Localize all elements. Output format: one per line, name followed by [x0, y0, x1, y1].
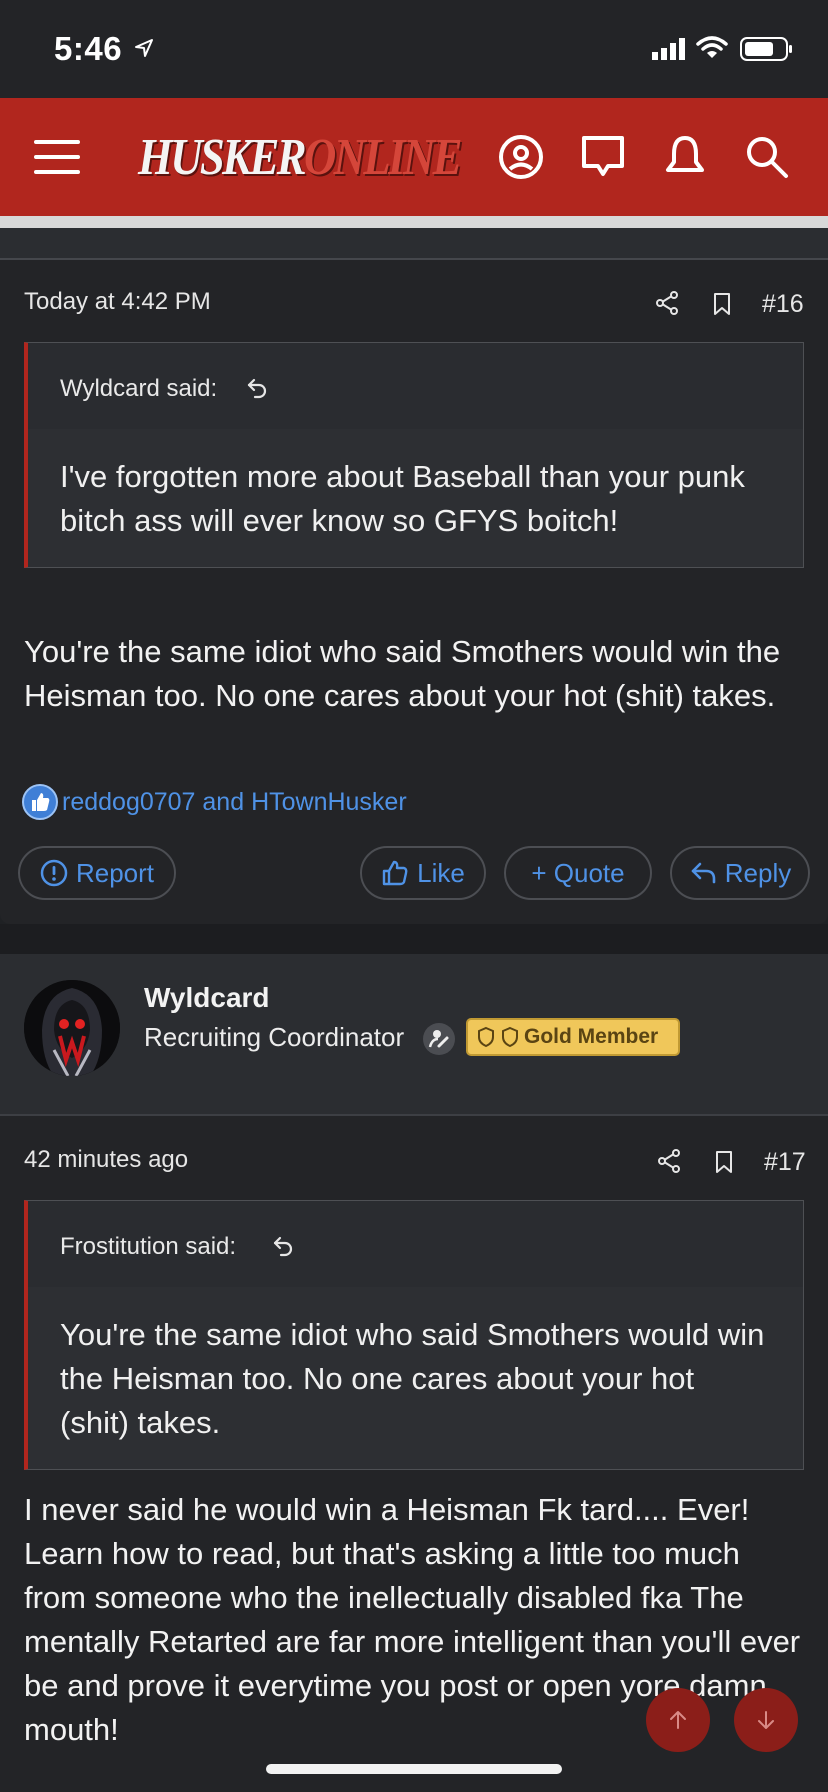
username[interactable]: Wyldcard	[144, 982, 270, 1014]
post-date[interactable]: 42 minutes ago	[24, 1146, 188, 1174]
reply-icon	[691, 862, 716, 884]
quote-block: Frostitution said: You're the same idiot…	[24, 1200, 804, 1470]
quote-block: Wyldcard said: I've forgotten more about…	[24, 342, 804, 568]
reply-label: Reply	[724, 857, 792, 888]
header-underline	[0, 216, 828, 228]
badge-label: Gold Member	[524, 1025, 659, 1048]
home-indicator	[266, 1764, 562, 1774]
gold-member-badge[interactable]: Gold Member	[466, 1018, 680, 1056]
shield-icon	[502, 1026, 518, 1048]
quote-author[interactable]: Frostitution said:	[60, 1233, 236, 1261]
reply-arrow-icon[interactable]	[246, 377, 268, 399]
shield-icon	[478, 1026, 494, 1048]
user-card	[0, 954, 828, 1116]
previous-post-edge	[0, 228, 828, 260]
quote-label: + Quote	[531, 857, 625, 888]
reaction-users[interactable]: reddog0707 and HTownHusker	[62, 788, 407, 817]
bookmark-icon[interactable]	[712, 292, 732, 316]
like-reaction-icon[interactable]	[22, 784, 58, 820]
account-icon[interactable]	[498, 134, 544, 180]
share-icon[interactable]	[656, 1148, 682, 1174]
report-button[interactable]: Report	[18, 846, 176, 900]
logo-text-husker: HUSKER	[138, 129, 307, 186]
scroll-up-button[interactable]	[646, 1688, 710, 1752]
logo-text-online: ONLINE	[303, 129, 463, 186]
like-label: Like	[417, 857, 465, 888]
quote-text: You're the same idiot who said Smothers …	[60, 1317, 765, 1440]
user-title: Recruiting Coordinator	[144, 1022, 405, 1052]
staff-icon[interactable]	[422, 1022, 456, 1056]
scroll-down-button[interactable]	[734, 1688, 798, 1752]
report-label: Report	[75, 857, 155, 888]
scroll-down-icon	[758, 1711, 774, 1729]
signal-icon	[652, 38, 685, 60]
avatar[interactable]	[24, 980, 120, 1076]
quote-header: Frostitution said:	[28, 1201, 803, 1287]
bookmark-icon[interactable]	[714, 1150, 734, 1174]
location-arrow-icon	[135, 39, 153, 57]
status-time: 5:46	[54, 30, 123, 67]
site-logo[interactable]: HUSKERONLINE	[138, 128, 463, 187]
quote-author[interactable]: Wyldcard said:	[60, 375, 217, 403]
quote-header: Wyldcard said:	[28, 343, 803, 429]
menu-icon[interactable]	[34, 140, 80, 174]
scroll-up-icon	[670, 1711, 686, 1729]
battery-icon	[740, 37, 792, 61]
post-date[interactable]: Today at 4:42 PM	[24, 288, 211, 316]
wifi-icon	[696, 36, 728, 58]
search-icon[interactable]	[744, 134, 790, 180]
post-number[interactable]: #17	[764, 1148, 806, 1177]
reply-button[interactable]: Reply	[670, 846, 810, 900]
report-icon	[40, 859, 68, 887]
reply-arrow-icon[interactable]	[272, 1235, 294, 1257]
share-icon[interactable]	[654, 290, 680, 316]
messages-icon[interactable]	[580, 134, 626, 180]
post-message: You're the same idiot who said Smothers …	[24, 634, 781, 713]
like-button[interactable]: Like	[360, 846, 486, 900]
post-number[interactable]: #16	[762, 290, 804, 319]
post-separator	[0, 924, 828, 954]
alerts-icon[interactable]	[662, 134, 708, 180]
thumbs-up-icon	[382, 860, 408, 886]
avatar-image	[24, 980, 120, 1076]
quote-text: I've forgotten more about Baseball than …	[60, 459, 745, 538]
quote-button[interactable]: + Quote	[504, 846, 652, 900]
